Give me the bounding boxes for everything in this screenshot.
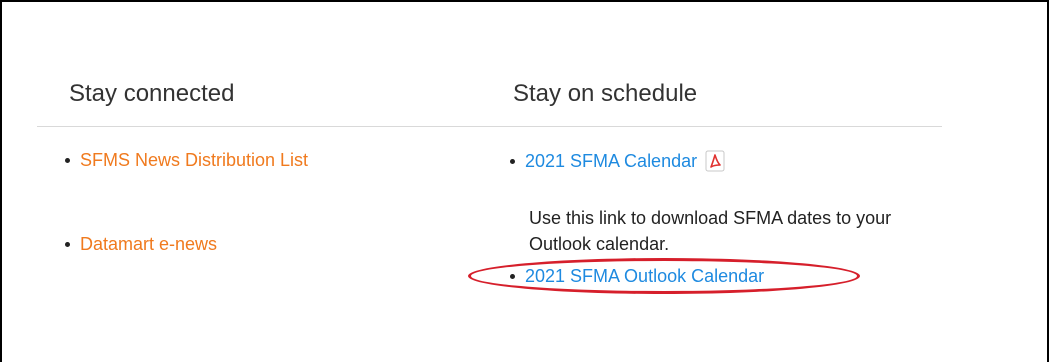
section-divider [37, 126, 942, 127]
pdf-icon[interactable] [705, 150, 725, 172]
content-frame: Stay connected SFMS News Distribution Li… [0, 0, 1049, 362]
stay-on-schedule-heading: Stay on schedule [513, 80, 698, 107]
sfma-outlook-calendar-link[interactable]: 2021 SFMA Outlook Calendar [525, 266, 764, 287]
list-item-calendar: 2021 SFMA Calendar [510, 150, 725, 172]
list-item-sfms-news: SFMS News Distribution List [65, 150, 308, 171]
stay-connected-heading: Stay connected [69, 80, 235, 107]
sfma-calendar-link[interactable]: 2021 SFMA Calendar [525, 151, 697, 172]
datamart-enews-link[interactable]: Datamart e-news [80, 234, 217, 255]
list-item-datamart: Datamart e-news [65, 234, 217, 255]
bullet-icon [65, 242, 70, 247]
list-item-outlook-calendar: 2021 SFMA Outlook Calendar [510, 266, 764, 287]
outlook-description: Use this link to download SFMA dates to … [529, 208, 892, 254]
bullet-icon [65, 158, 70, 163]
sfms-news-link[interactable]: SFMS News Distribution List [80, 150, 308, 171]
bullet-icon [510, 274, 515, 279]
bullet-icon [510, 158, 515, 164]
